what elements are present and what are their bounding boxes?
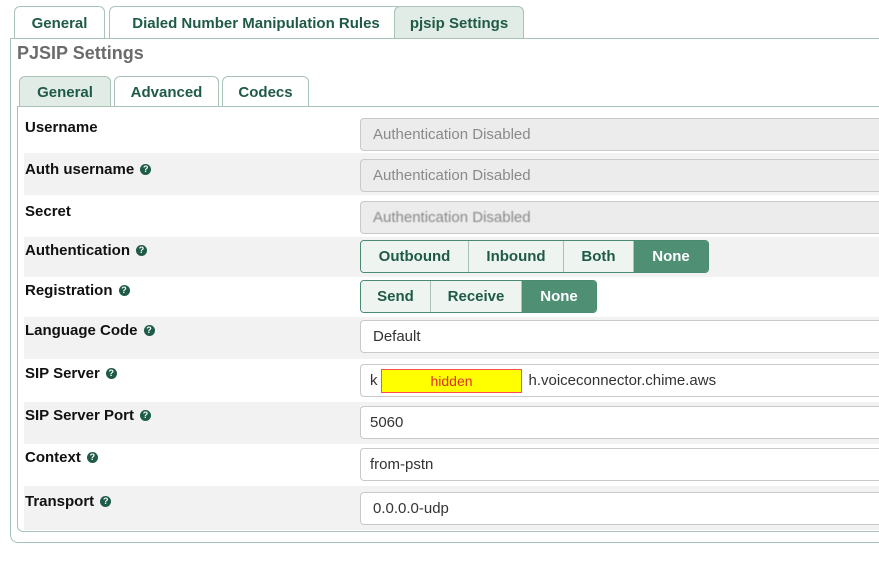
top-tab-dialed-number-manipulation-rules[interactable]: Dialed Number Manipulation Rules bbox=[109, 6, 403, 39]
sip-server-value-prefix: k bbox=[370, 372, 378, 389]
sip-server-help-icon[interactable]: ? bbox=[105, 368, 117, 379]
language-code-label: Language Code ? bbox=[25, 322, 155, 339]
sip-server-value-suffix: h.voiceconnector.chime.aws bbox=[528, 372, 717, 389]
auth-username-label-text: Auth username bbox=[25, 161, 135, 178]
row-auth-username: Auth username ? Authentication Disabled bbox=[24, 153, 879, 195]
authentication-outbound-button[interactable]: Outbound bbox=[361, 241, 469, 272]
sub-tab-advanced[interactable]: Advanced bbox=[114, 76, 219, 107]
context-value: from-pstn bbox=[370, 456, 434, 473]
secret-label-text: Secret bbox=[25, 203, 71, 220]
row-transport: Transport ? 0.0.0.0-udp bbox=[24, 486, 879, 530]
auth-username-label: Auth username ? bbox=[25, 161, 152, 178]
username-value: Authentication Disabled bbox=[373, 126, 531, 143]
registration-label: Registration ? bbox=[25, 282, 130, 299]
authentication-none-button[interactable]: None bbox=[634, 241, 708, 272]
username-label: Username bbox=[25, 119, 98, 136]
sip-server-input[interactable]: k h.voiceconnector.chime.aws hidden bbox=[360, 364, 879, 397]
auth-username-help-icon[interactable]: ? bbox=[140, 164, 152, 175]
secret-value: Authentication Disabled bbox=[373, 209, 531, 226]
sub-tab-general[interactable]: General bbox=[19, 76, 111, 107]
row-sip-server-port: SIP Server Port ? 5060 bbox=[24, 402, 879, 444]
authentication-button-group: Outbound Inbound Both None bbox=[360, 240, 709, 273]
registration-none-button[interactable]: None bbox=[522, 281, 596, 312]
authentication-both-button[interactable]: Both bbox=[564, 241, 634, 272]
registration-help-icon[interactable]: ? bbox=[118, 285, 130, 296]
context-label-text: Context bbox=[25, 449, 81, 466]
auth-username-field: Authentication Disabled bbox=[360, 159, 879, 192]
transport-select[interactable]: 0.0.0.0-udp bbox=[360, 492, 879, 525]
authentication-label: Authentication ? bbox=[25, 242, 147, 259]
top-tab-general[interactable]: General bbox=[14, 6, 105, 39]
sip-server-port-value: 5060 bbox=[370, 414, 404, 431]
row-context: Context ? from-pstn bbox=[24, 444, 879, 486]
authentication-label-text: Authentication bbox=[25, 242, 130, 259]
context-help-icon[interactable]: ? bbox=[86, 452, 98, 463]
row-authentication: Authentication ? Outbound Inbound Both N… bbox=[24, 237, 879, 277]
transport-label: Transport ? bbox=[25, 493, 112, 510]
sip-server-label: SIP Server ? bbox=[25, 365, 117, 382]
row-registration: Registration ? Send Receive None bbox=[24, 277, 879, 317]
sip-server-port-help-icon[interactable]: ? bbox=[139, 410, 151, 421]
row-username: Username Authentication Disabled bbox=[24, 112, 879, 153]
language-code-label-text: Language Code bbox=[25, 322, 138, 339]
transport-label-text: Transport bbox=[25, 493, 95, 510]
secret-field: Authentication Disabled bbox=[360, 201, 879, 234]
redaction-box: hidden bbox=[381, 369, 522, 393]
sip-server-port-label: SIP Server Port ? bbox=[25, 407, 151, 424]
row-secret: Secret Authentication Disabled bbox=[24, 195, 879, 237]
language-code-select[interactable]: Default bbox=[360, 320, 879, 353]
row-sip-server: SIP Server ? k h.voiceconnector.chime.aw… bbox=[24, 359, 879, 402]
sip-server-label-text: SIP Server bbox=[25, 365, 100, 382]
registration-button-group: Send Receive None bbox=[360, 280, 597, 313]
context-label: Context ? bbox=[25, 449, 98, 466]
language-code-value: Default bbox=[373, 328, 421, 345]
username-field: Authentication Disabled bbox=[360, 118, 879, 151]
username-label-text: Username bbox=[25, 119, 98, 136]
auth-username-value: Authentication Disabled bbox=[373, 167, 531, 184]
authentication-inbound-button[interactable]: Inbound bbox=[469, 241, 564, 272]
registration-receive-button[interactable]: Receive bbox=[431, 281, 522, 312]
registration-label-text: Registration bbox=[25, 282, 113, 299]
transport-help-icon[interactable]: ? bbox=[100, 496, 112, 507]
row-language-code: Language Code ? Default bbox=[24, 317, 879, 359]
secret-label: Secret bbox=[25, 203, 71, 220]
language-code-help-icon[interactable]: ? bbox=[143, 325, 155, 336]
panel-title: PJSIP Settings bbox=[17, 43, 144, 63]
sip-server-port-label-text: SIP Server Port bbox=[25, 407, 134, 424]
context-input[interactable]: from-pstn bbox=[360, 448, 879, 481]
top-tab-pjsip-settings[interactable]: pjsip Settings bbox=[394, 6, 524, 39]
sub-tab-codecs[interactable]: Codecs bbox=[222, 76, 309, 107]
authentication-help-icon[interactable]: ? bbox=[136, 245, 147, 256]
transport-value: 0.0.0.0-udp bbox=[373, 500, 449, 517]
sip-server-port-input[interactable]: 5060 bbox=[360, 406, 879, 439]
registration-send-button[interactable]: Send bbox=[361, 281, 431, 312]
